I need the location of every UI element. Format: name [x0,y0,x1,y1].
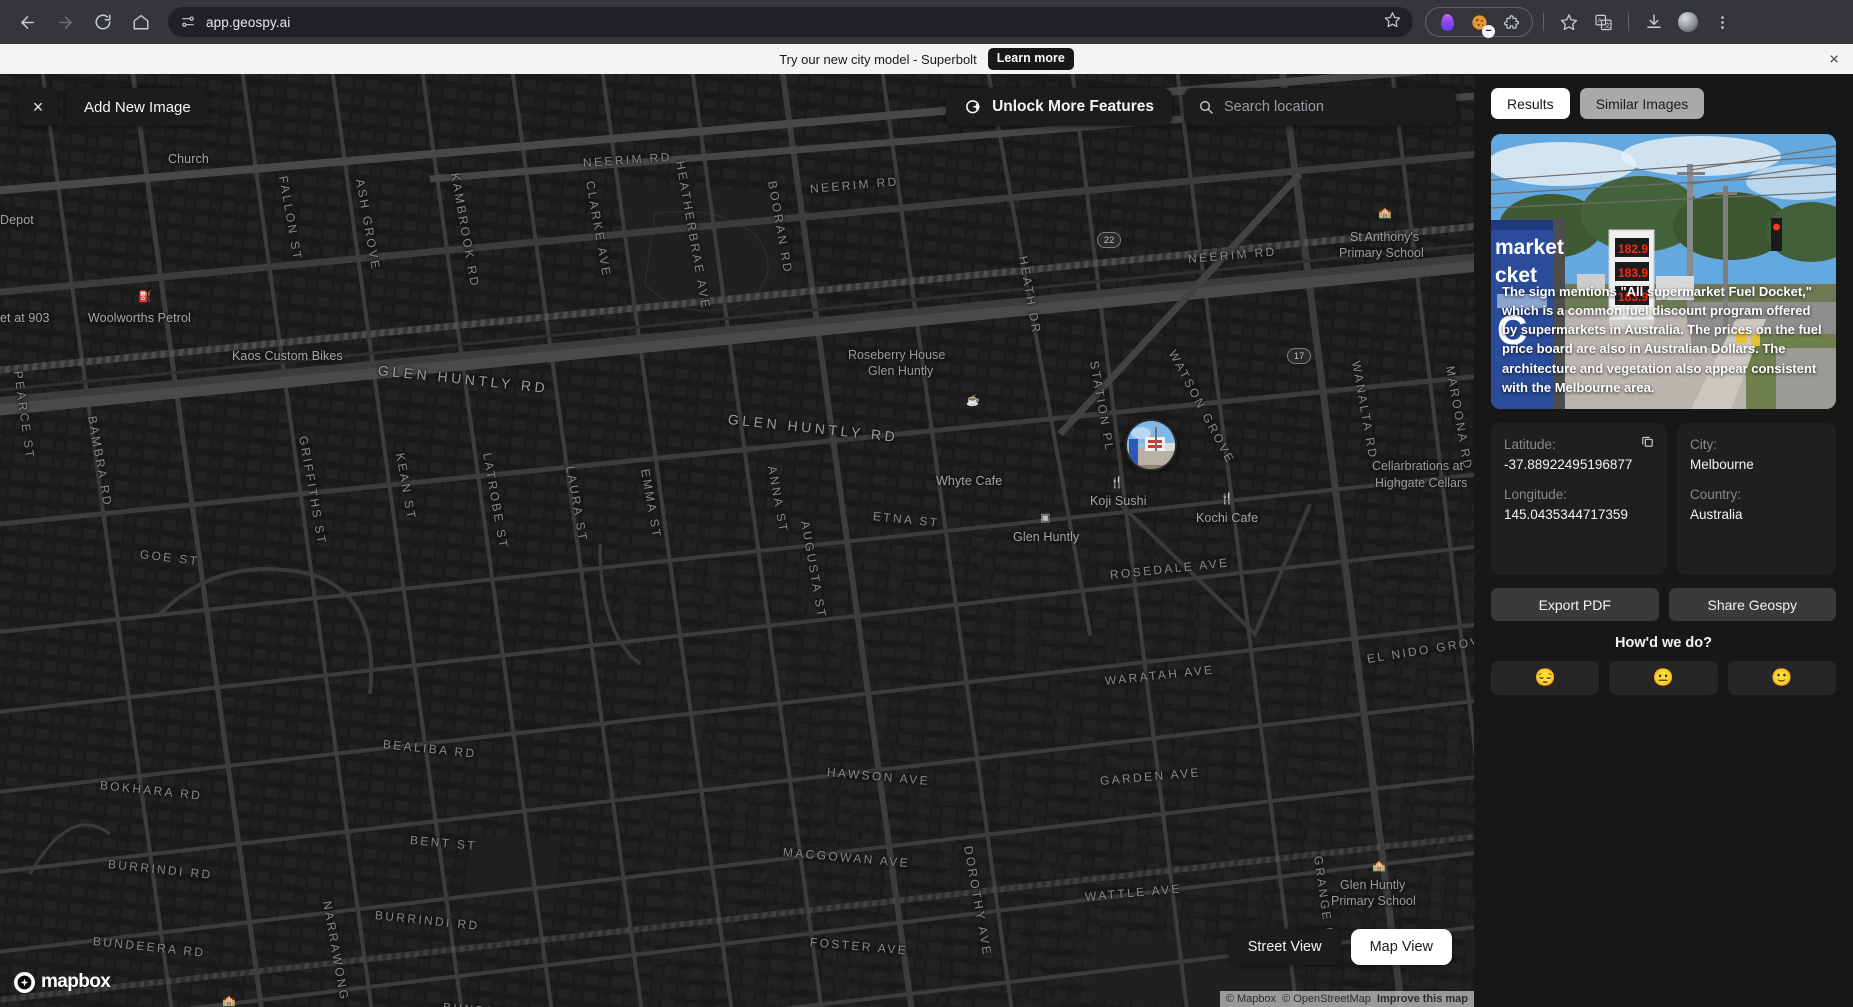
feedback-title: How'd we do? [1615,635,1712,651]
happy-face-icon[interactable]: 🙂 [1727,661,1836,695]
tab-results[interactable]: Results [1491,88,1570,119]
profile-avatar-icon[interactable] [1673,7,1703,37]
share-geospy-button[interactable]: Share Geospy [1668,588,1836,621]
location-info-row: Latitude: -37.88922495196877 Longitude: … [1491,423,1836,575]
copy-icon[interactable] [1640,434,1655,454]
puzzle-extensions-icon[interactable] [1496,7,1526,37]
address-bar-url: app.geospy.ai [206,14,291,30]
map-view-button[interactable]: Map View [1350,929,1452,965]
attr-mapbox[interactable]: © Mapbox [1226,993,1276,1005]
promo-banner: Try our new city model - Superbolt Learn… [0,44,1853,74]
feedback-buttons: 😔 😐 🙂 [1491,661,1836,695]
app-stage: NEERIM RD NEERIM RD NEERIM RD GLEN HUNTLY R… [0,74,1853,1007]
search-location-input[interactable]: Search location [1184,88,1456,126]
home-button[interactable] [124,5,158,39]
city-value: Melbourne [1690,457,1754,473]
place-card: City: Melbourne Country: Australia [1677,423,1836,575]
longitude-value: 145.0435344717359 [1504,506,1628,522]
close-button[interactable]: × [18,88,58,126]
svg-text:182.9: 182.9 [1618,242,1648,256]
forward-button[interactable] [48,5,82,39]
add-new-image-button[interactable]: Add New Image [66,88,209,126]
map-attribution: © Mapbox © OpenStreetMap Improve this ma… [1219,991,1474,1007]
attr-improve-link[interactable]: Improve this map [1377,993,1468,1005]
search-placeholder-text: Search location [1224,99,1324,115]
extension-group: − [1425,7,1533,38]
site-settings-icon[interactable] [180,14,196,30]
panel-tabs: Results Similar Images [1491,88,1836,119]
mapbox-logo[interactable]: mapbox [14,971,111,993]
promo-text: Try our new city model - Superbolt [779,51,977,67]
highway-shield-icon: 17 [1287,348,1311,364]
search-icon [1198,99,1214,115]
flame-extension-icon[interactable] [1432,7,1462,37]
city-label: City: [1690,437,1717,452]
translate-icon[interactable]: A文 [1588,7,1618,37]
analyzed-image-card[interactable]: market cket C 182.9 183.9 183.9 The sign… [1491,134,1836,409]
export-pdf-button[interactable]: Export PDF [1491,588,1659,621]
unlock-label: Unlock More Features [992,98,1154,115]
toolbar-divider [1543,13,1544,31]
bookmark-star-icon[interactable] [1384,11,1401,33]
highway-shield-icon: 22 [1097,232,1121,248]
toolbar-divider-2 [1628,13,1629,31]
mapbox-wordmark: mapbox [41,971,111,992]
three-dot-menu-icon[interactable] [1707,7,1737,37]
longitude-label: Longitude: [1504,486,1568,502]
results-panel: Results Similar Images market cket C 182… [1474,74,1853,1007]
star-icon[interactable] [1554,7,1584,37]
cookie-blocker-extension-icon[interactable]: − [1464,7,1495,38]
country-value: Australia [1690,506,1743,522]
coordinates-card: Latitude: -37.88922495196877 Longitude: … [1491,423,1666,575]
download-icon[interactable] [1639,7,1669,37]
action-buttons: Export PDF Share Geospy [1491,588,1836,621]
street-view-button[interactable]: Street View [1228,929,1341,965]
svg-text:文: 文 [1604,20,1611,29]
back-button[interactable] [10,5,44,39]
svg-text:market: market [1495,236,1564,259]
address-bar[interactable]: app.geospy.ai [168,7,1413,37]
map-tiles [0,74,1474,1007]
unlock-more-features-button[interactable]: Unlock More Features [946,88,1172,126]
learn-more-button[interactable]: Learn more [987,48,1074,70]
neutral-face-icon[interactable]: 😐 [1609,661,1718,695]
attr-osm[interactable]: © OpenStreetMap [1282,993,1371,1005]
tab-similar-images[interactable]: Similar Images [1579,88,1705,119]
image-analysis-caption: The sign mentions "All supermarket Fuel … [1502,283,1822,395]
country-label: Country: [1690,486,1742,502]
geospy-logo-icon [964,98,983,117]
sad-face-icon[interactable]: 😔 [1491,661,1600,695]
blocked-badge: − [1482,25,1495,38]
close-banner-icon[interactable]: × [1829,51,1839,68]
map-viewport[interactable]: NEERIM RD NEERIM RD NEERIM RD GLEN HUNTLY R… [0,74,1474,1007]
reload-button[interactable] [86,5,120,39]
mapbox-mark-icon [14,971,35,993]
browser-toolbar: app.geospy.ai − A文 [0,0,1853,44]
view-toggle-group: Street View Map View [1228,929,1452,965]
latitude-value: -37.88922495196877 [1504,457,1633,473]
photo-location-marker[interactable] [1125,419,1177,471]
latitude-label: Latitude: [1504,437,1556,452]
